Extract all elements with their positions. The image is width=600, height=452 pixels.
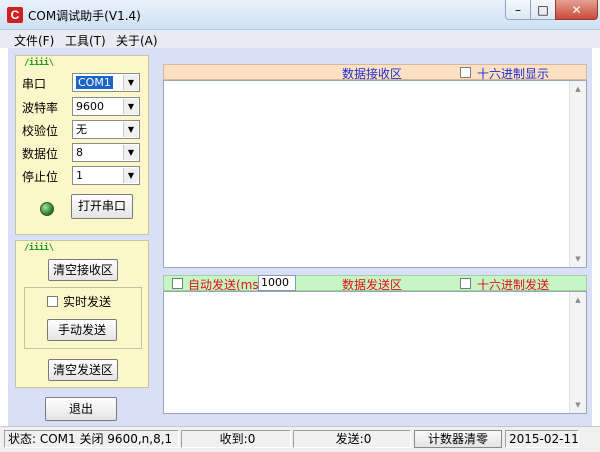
sent-count: 发送:0 [293, 430, 411, 448]
scroll-up-icon[interactable]: ▲ [570, 292, 586, 308]
databits-label: 数据位 [22, 147, 59, 161]
scroll-down-icon[interactable]: ▼ [570, 397, 586, 413]
stopbits-label: 停止位 [22, 170, 59, 184]
chevron-down-icon[interactable]: ▼ [123, 99, 138, 114]
chevron-down-icon[interactable]: ▼ [123, 145, 138, 160]
manual-send-button[interactable]: 手动发送 [47, 319, 117, 341]
baud-select[interactable]: 9600 ▼ [72, 97, 140, 116]
clear-counter-button[interactable]: 计数器清零 [414, 430, 502, 448]
port-select[interactable]: COM1 ▼ [72, 73, 140, 92]
send-options-group: 实时发送 手动发送 [24, 287, 142, 349]
maximize-button[interactable]: □ [530, 0, 556, 20]
minimize-button[interactable]: – [505, 0, 531, 20]
menu-file[interactable]: 文件(F) [14, 32, 54, 49]
port-status: 状态: COM1 关闭 9600,n,8,1 [4, 430, 179, 448]
receive-scrollbar[interactable]: ▲ ▼ [569, 81, 586, 267]
scroll-down-icon[interactable]: ▼ [570, 251, 586, 267]
control-panel: /iiii\ 清空接收区 实时发送 手动发送 清空发送区 [15, 240, 149, 388]
receive-textarea[interactable]: ▲ ▼ [163, 80, 587, 268]
realtime-send-checkbox[interactable] [47, 296, 58, 307]
hex-display-checkbox[interactable] [460, 67, 471, 78]
clear-receive-button[interactable]: 清空接收区 [48, 259, 118, 281]
parity-select[interactable]: 无 ▼ [72, 120, 140, 139]
client-area: /iiii\ 串口 COM1 ▼ 波特率 9600 ▼ 校验位 无 ▼ 数据位 … [8, 48, 592, 426]
window-title: COM调试助手(V1.4) [28, 9, 141, 23]
clear-send-button[interactable]: 清空发送区 [48, 359, 118, 381]
panel-header: /iiii\ [24, 243, 54, 253]
open-port-button[interactable]: 打开串口 [71, 194, 133, 219]
serial-settings-panel: /iiii\ 串口 COM1 ▼ 波特率 9600 ▼ 校验位 无 ▼ 数据位 … [15, 55, 149, 235]
port-value: COM1 [76, 76, 113, 89]
menu-tools[interactable]: 工具(T) [65, 32, 106, 49]
receive-header: 数据接收区 十六进制显示 [163, 64, 587, 81]
app-icon: C [7, 7, 23, 23]
menu-bar: 文件(F) 工具(T) 关于(A) [0, 30, 600, 48]
databits-select[interactable]: 8 ▼ [72, 143, 140, 162]
auto-send-interval-input[interactable]: 1000 [258, 275, 296, 291]
status-led-icon [40, 202, 54, 216]
baud-label: 波特率 [22, 101, 59, 115]
databits-value: 8 [76, 146, 83, 159]
received-count: 收到:0 [181, 430, 291, 448]
title-bar[interactable]: C COM调试助手(V1.4) – □ ✕ [0, 0, 600, 30]
stopbits-value: 1 [76, 169, 83, 182]
realtime-send-label: 实时发送 [63, 295, 112, 309]
parity-value: 无 [76, 123, 87, 136]
parity-label: 校验位 [22, 124, 59, 138]
baud-value: 9600 [76, 100, 104, 113]
send-scrollbar[interactable]: ▲ ▼ [569, 292, 586, 413]
send-textarea[interactable]: ▲ ▼ [163, 291, 587, 414]
exit-button[interactable]: 退出 [45, 397, 117, 421]
scroll-up-icon[interactable]: ▲ [570, 81, 586, 97]
chevron-down-icon[interactable]: ▼ [123, 75, 138, 90]
hex-send-checkbox[interactable] [460, 278, 471, 289]
status-date: 2015-02-11 [505, 430, 579, 448]
close-button[interactable]: ✕ [555, 0, 598, 20]
chevron-down-icon[interactable]: ▼ [123, 168, 138, 183]
menu-about[interactable]: 关于(A) [116, 32, 158, 49]
stopbits-select[interactable]: 1 ▼ [72, 166, 140, 185]
chevron-down-icon[interactable]: ▼ [123, 122, 138, 137]
panel-header: /iiii\ [24, 58, 54, 68]
status-bar: 状态: COM1 关闭 9600,n,8,1 收到:0 发送:0 计数器清零 2… [0, 426, 600, 452]
send-header: 自动发送(ms) 1000 数据发送区 十六进制发送 [163, 275, 587, 292]
port-label: 串口 [22, 77, 47, 91]
auto-send-checkbox[interactable] [172, 278, 183, 289]
